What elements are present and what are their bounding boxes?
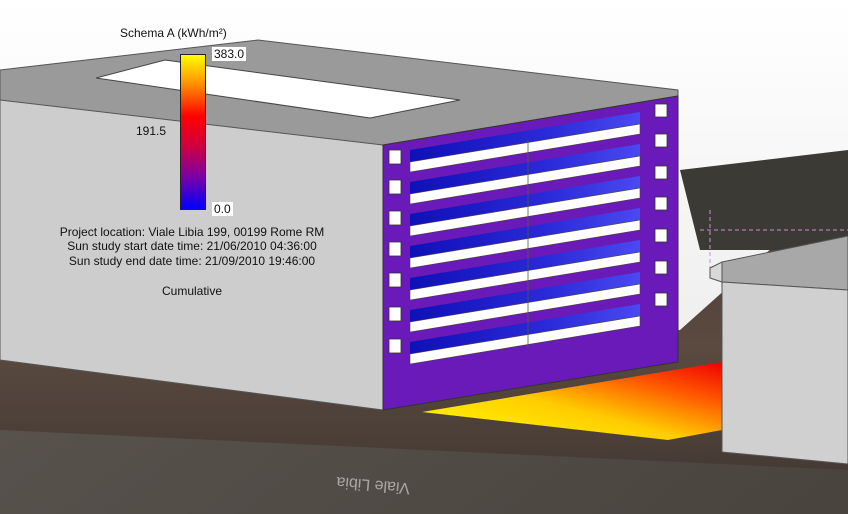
- sun-study-start-text: Sun study start date time: 21/06/2010 04…: [67, 239, 317, 253]
- study-mode-label: Cumulative: [161, 284, 223, 298]
- sun-study-viewport[interactable]: Viale Libia Schema A (kWh/m²) 383.0 191.…: [0, 0, 848, 514]
- legend-colorbar: [180, 54, 206, 210]
- building-2-front[interactable]: [721, 281, 848, 465]
- legend-min-label: 0.0: [212, 202, 233, 216]
- legend-max-label: 383.0: [212, 47, 247, 61]
- sun-study-end-text: Sun study end date time: 21/09/2010 19:4…: [68, 254, 316, 268]
- legend-title: Schema A (kWh/m²): [120, 26, 227, 40]
- legend-mid-label: 191.5: [136, 124, 167, 138]
- project-location-text: Project location: Viale Libia 199, 00199…: [59, 225, 325, 239]
